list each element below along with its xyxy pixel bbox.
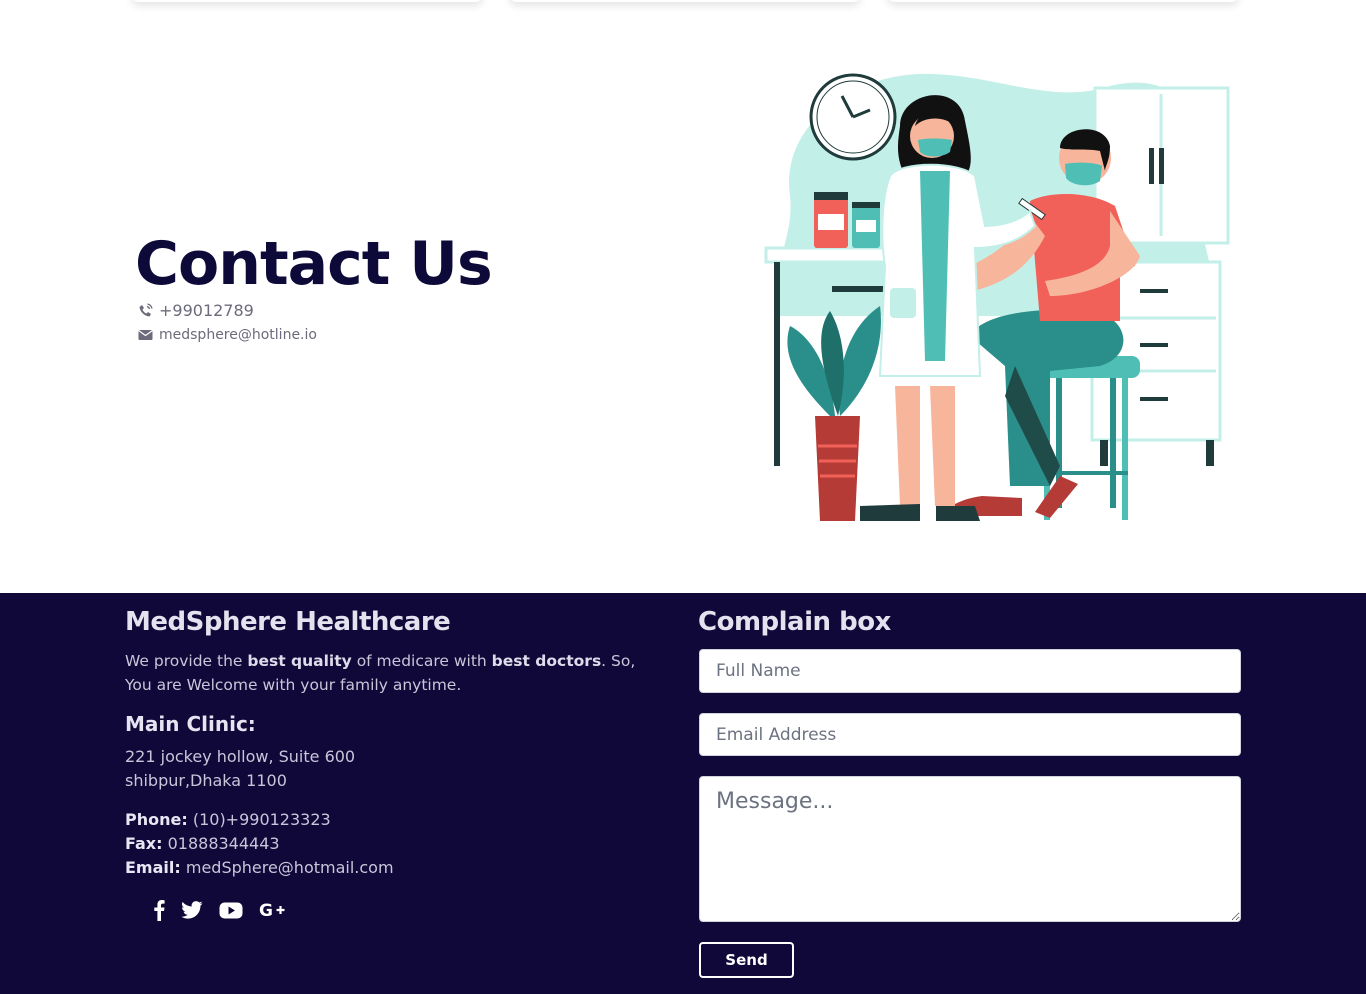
google-plus-icon[interactable]: G bbox=[259, 898, 287, 922]
social-links: G bbox=[153, 898, 303, 922]
email-address-input[interactable] bbox=[699, 713, 1241, 756]
footer-brand: MedSphere Healthcare bbox=[125, 607, 451, 637]
contact-email: medsphere@hotline.io bbox=[137, 327, 317, 343]
footer-about: We provide the best quality of medicare … bbox=[125, 649, 665, 697]
facebook-icon[interactable] bbox=[153, 898, 165, 922]
email-value[interactable]: medSphere@hotmail.com bbox=[181, 858, 394, 877]
fax-value: 01888344443 bbox=[162, 834, 280, 853]
twitter-icon[interactable] bbox=[181, 898, 203, 922]
fax-label: Fax: bbox=[125, 834, 163, 853]
svg-text:G: G bbox=[259, 901, 273, 919]
complain-title: Complain box bbox=[698, 607, 891, 637]
contact-email-text: medsphere@hotline.io bbox=[159, 327, 317, 343]
send-button[interactable]: Send bbox=[699, 942, 794, 978]
site-footer: MedSphere Healthcare We provide the best… bbox=[0, 593, 1366, 994]
clinic-address: 221 jockey hollow, Suite 600 shibpur,Dha… bbox=[125, 745, 355, 793]
contact-phone: +99012789 bbox=[137, 301, 254, 320]
about-bold-1: best quality bbox=[247, 652, 352, 670]
phone-volume-icon bbox=[137, 302, 153, 319]
phone-value: (10)+990123323 bbox=[187, 810, 331, 829]
envelope-icon bbox=[137, 327, 153, 343]
clinic-title: Main Clinic: bbox=[125, 712, 256, 736]
contact-phone-text: +99012789 bbox=[159, 301, 254, 320]
footer-email: Email: medSphere@hotmail.com bbox=[125, 856, 394, 880]
youtube-icon[interactable] bbox=[219, 898, 243, 922]
about-text-1: We provide the bbox=[125, 652, 248, 670]
about-bold-2: best doctors bbox=[491, 652, 602, 670]
footer-fax: Fax: 01888344443 bbox=[125, 832, 394, 856]
footer-contact-info: Phone: (10)+990123323 Fax: 01888344443 E… bbox=[125, 808, 394, 880]
phone-label: Phone: bbox=[125, 810, 188, 829]
email-label: Email: bbox=[125, 858, 181, 877]
about-text-2: of medicare with bbox=[351, 652, 492, 670]
contact-title: Contact Us bbox=[135, 229, 493, 299]
address-line-2: shibpur,Dhaka 1100 bbox=[125, 771, 287, 790]
footer-phone: Phone: (10)+990123323 bbox=[125, 808, 394, 832]
full-name-input[interactable] bbox=[699, 649, 1241, 693]
vaccination-illustration bbox=[760, 66, 1232, 524]
address-line-1: 221 jockey hollow, Suite 600 bbox=[125, 747, 356, 766]
message-textarea[interactable] bbox=[699, 776, 1241, 922]
contact-section: Contact Us +99012789 medsphere@hotline.i… bbox=[0, 0, 1366, 593]
